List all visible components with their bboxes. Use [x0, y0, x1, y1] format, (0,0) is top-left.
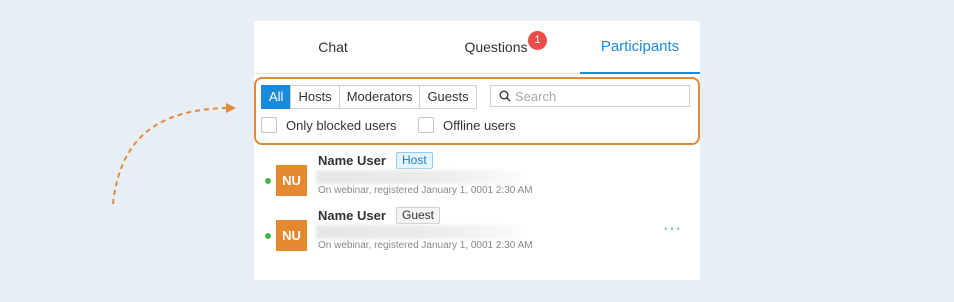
tab-participants[interactable]: Participants [580, 21, 700, 74]
status-text: On webinar, [318, 240, 372, 251]
search-icon [499, 90, 511, 102]
participant-row: NU Name User Guest On webinar, registere… [265, 207, 695, 263]
tab-questions[interactable]: Questions [412, 21, 580, 73]
only-blocked-users-checkbox[interactable]: Only blocked users [261, 116, 397, 134]
role-tag-host: Host [396, 152, 433, 169]
filter-all-button[interactable]: All [261, 85, 292, 109]
filter-guests-button[interactable]: Guests [419, 85, 477, 109]
participant-name: Name User [318, 153, 386, 168]
participant-status: On webinar, registered January 1, 0001 2… [318, 185, 533, 196]
questions-count-badge: 1 [528, 31, 547, 50]
active-tab-indicator [580, 72, 700, 74]
checkbox-label: Offline users [443, 117, 516, 133]
registered-text: registered January 1, 0001 2:30 AM [374, 240, 533, 251]
filter-hosts-button[interactable]: Hosts [290, 85, 340, 109]
role-tag-guest: Guest [396, 207, 441, 224]
checkbox-box[interactable] [418, 117, 434, 133]
redacted-email [316, 225, 521, 239]
online-status-dot [265, 178, 271, 184]
checkbox-label: Only blocked users [286, 117, 397, 133]
avatar: NU [276, 165, 307, 196]
offline-users-checkbox[interactable]: Offline users [418, 116, 516, 134]
registered-text: registered January 1, 0001 2:30 AM [374, 185, 533, 196]
participant-status: On webinar, registered January 1, 0001 2… [318, 240, 533, 251]
tab-participants-label: Participants [600, 38, 680, 55]
participant-row: NU Name User Host On webinar, registered… [265, 152, 695, 208]
search-box [490, 85, 690, 107]
status-text: On webinar, [318, 185, 372, 196]
online-status-dot [265, 233, 271, 239]
participant-name: Name User [318, 208, 386, 223]
tab-bar: Chat Questions 1 Participants [254, 21, 700, 74]
filter-moderators-button[interactable]: Moderators [338, 85, 421, 109]
redacted-email [316, 170, 521, 184]
tab-chat[interactable]: Chat [254, 21, 412, 73]
search-input[interactable] [515, 87, 685, 105]
role-filter-group: All Hosts Moderators Guests [261, 85, 477, 109]
checkbox-box[interactable] [261, 117, 277, 133]
avatar: NU [276, 220, 307, 251]
more-options-icon[interactable]: ··· [663, 220, 682, 238]
